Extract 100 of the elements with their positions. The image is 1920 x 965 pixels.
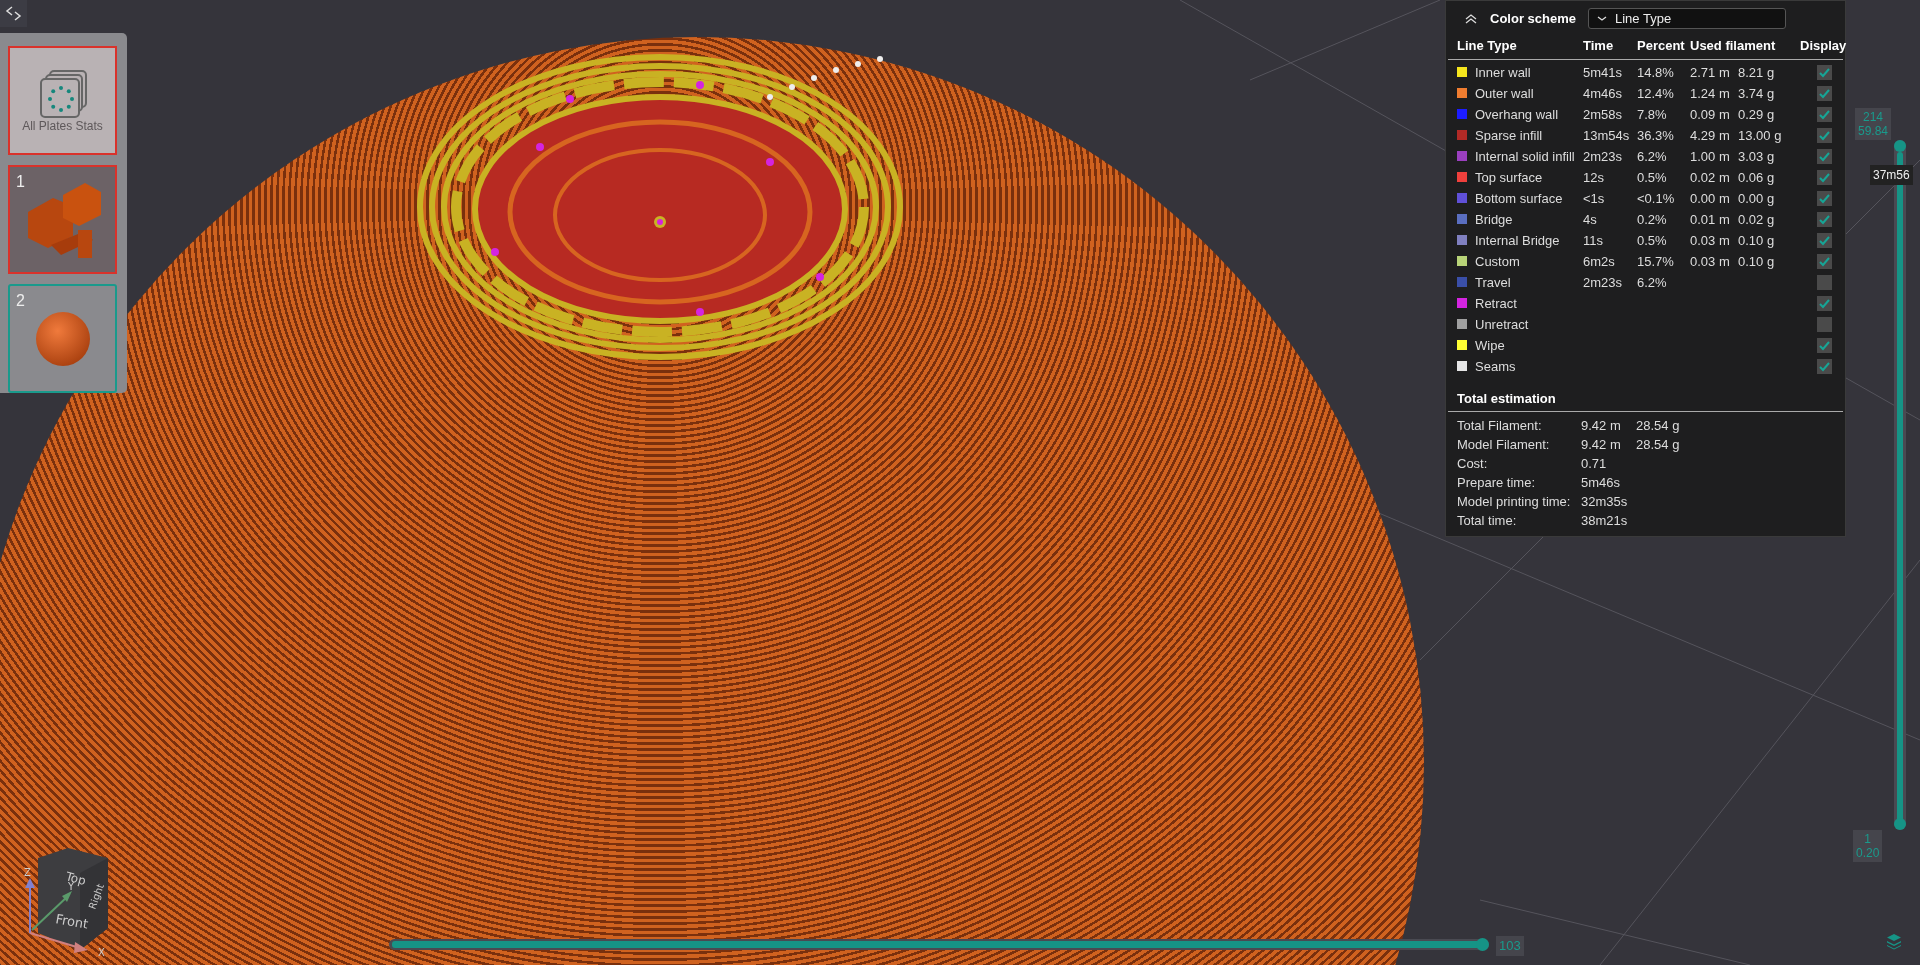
plate-thumbnail[interactable]: 1	[8, 165, 117, 274]
checkmark-icon	[1818, 192, 1831, 204]
display-checkbox[interactable]	[1817, 232, 1832, 248]
display-checkbox[interactable]	[1817, 64, 1832, 80]
table-cell-text: 2m23s	[1583, 147, 1624, 166]
line-type-label: Unretract	[1475, 315, 1529, 334]
stat-value: 0.71	[1581, 455, 1608, 473]
line-type-label: Internal Bridge	[1475, 231, 1560, 250]
display-checkbox[interactable]	[1817, 85, 1832, 101]
table-cell-text: 0.09 m	[1690, 105, 1731, 124]
line-type-label: Top surface	[1475, 168, 1543, 187]
plate-thumbnail[interactable]: All Plates Stats	[8, 46, 117, 155]
table-cell-text: 6m2s	[1583, 252, 1616, 271]
stat-value: 5m46s	[1581, 474, 1622, 492]
checkmark-icon	[1818, 171, 1831, 183]
table-cell-text: 0.02 m	[1690, 168, 1731, 187]
total-estimation-heading: Total estimation	[1456, 389, 1557, 408]
table-cell-text: 13m54s	[1583, 126, 1631, 145]
table-cell-text: 2.71 m	[1690, 63, 1731, 82]
chevrons-icon	[4, 4, 23, 23]
chevron-down-icon	[1597, 15, 1607, 22]
z-axis-arrow	[25, 878, 35, 934]
stat-label: Total time:	[1457, 512, 1518, 530]
display-checkbox[interactable]	[1817, 127, 1832, 143]
layers-icon[interactable]	[1886, 933, 1902, 950]
display-checkbox[interactable]	[1817, 106, 1832, 122]
display-checkbox[interactable]	[1817, 316, 1832, 332]
display-checkbox[interactable]	[1817, 295, 1832, 311]
display-checkbox[interactable]	[1817, 358, 1832, 374]
table-cell-text: 0.2%	[1637, 210, 1668, 229]
line-type-label: Custom	[1475, 252, 1520, 271]
display-checkbox[interactable]	[1817, 169, 1832, 185]
table-cell-text: 1.00 m	[1690, 147, 1731, 166]
plate-thumbnail[interactable]: 2	[8, 284, 117, 393]
table-cell-text: 0.10 g	[1738, 252, 1776, 271]
move-value-label: 103	[1496, 936, 1524, 956]
table-cell-text: 0.29 g	[1738, 105, 1776, 124]
table-cell-text: 0.5%	[1637, 231, 1668, 250]
table-cell-text: 12s	[1583, 168, 1605, 187]
collapse-sidebar-button[interactable]	[0, 0, 27, 27]
table-cell-text: 4.29 m	[1690, 126, 1731, 145]
stat-value: 9.42 m	[1581, 436, 1622, 454]
line-type-label: Sparse infill	[1475, 126, 1543, 145]
stat-value: 28.54 g	[1636, 436, 1681, 454]
table-cell-text: 6.2%	[1637, 147, 1668, 166]
table-cell-text: 14.8%	[1637, 63, 1675, 82]
stat-value: 28.54 g	[1636, 417, 1681, 435]
stat-value: 32m35s	[1581, 493, 1629, 511]
stat-value: 9.42 m	[1581, 417, 1622, 435]
line-type-label: Overhang wall	[1475, 105, 1559, 124]
table-cell-text: 2m23s	[1583, 273, 1624, 292]
table-cell-text: 15.7%	[1637, 252, 1675, 271]
stat-label: Prepare time:	[1457, 474, 1537, 492]
table-cell-text: 3.03 g	[1738, 147, 1776, 166]
color-scheme-dropdown[interactable]: Line Type	[1588, 8, 1786, 29]
table-cell-text: 0.01 m	[1690, 210, 1731, 229]
checkmark-icon	[1818, 87, 1831, 99]
line-type-label: Retract	[1475, 294, 1517, 313]
table-cell-text: <0.1%	[1637, 189, 1676, 208]
display-checkbox[interactable]	[1817, 253, 1832, 269]
display-checkbox[interactable]	[1817, 211, 1832, 227]
plates-stack-icon	[37, 68, 88, 119]
display-checkbox[interactable]	[1817, 148, 1832, 164]
collapse-up-icon	[1464, 12, 1478, 25]
checkmark-icon	[1818, 150, 1831, 162]
cube-face-label: Right	[86, 882, 106, 911]
stat-value: 38m21s	[1581, 512, 1629, 530]
axis-label: Z	[24, 867, 31, 878]
checkmark-icon	[1818, 255, 1831, 267]
bottom-layer-label: 1 0.20	[1853, 830, 1883, 862]
stat-label: Cost:	[1457, 455, 1489, 473]
display-checkbox[interactable]	[1817, 337, 1832, 353]
cube-face-label: Front	[54, 911, 90, 932]
table-cell-text: 0.02 g	[1738, 210, 1776, 229]
slider-handle[interactable]	[1894, 140, 1906, 152]
table-cell-text: 1.24 m	[1690, 84, 1731, 103]
table-cell-text: 5m41s	[1583, 63, 1624, 82]
stat-label: Model Filament:	[1457, 436, 1551, 454]
column-header: Used filament	[1690, 37, 1777, 55]
checkmark-icon	[1818, 213, 1831, 225]
top-layer-label: 214 59.84	[1855, 108, 1892, 140]
table-cell-text: <1s	[1583, 189, 1606, 208]
checkmark-icon	[1818, 234, 1831, 246]
table-cell-text: 0.10 g	[1738, 231, 1776, 250]
line-type-label: Internal solid infill	[1475, 147, 1575, 166]
display-checkbox[interactable]	[1817, 274, 1832, 290]
table-cell-text: 13.00 g	[1738, 126, 1783, 145]
table-cell-text: 4s	[1583, 210, 1598, 229]
checkmark-icon	[1818, 108, 1831, 120]
slider-handle[interactable]	[1476, 938, 1489, 951]
display-checkbox[interactable]	[1817, 190, 1832, 206]
slider-handle[interactable]	[1894, 818, 1906, 830]
stat-label: Model printing time:	[1457, 493, 1572, 511]
table-cell-text: 36.3%	[1637, 126, 1675, 145]
view-cube[interactable]	[38, 848, 108, 950]
time-tooltip: 37m56	[1870, 165, 1913, 185]
checkmark-icon	[1818, 360, 1831, 372]
line-type-label: Inner wall	[1475, 63, 1531, 82]
table-cell-text: 6.2%	[1637, 273, 1668, 292]
table-cell-text: 12.4%	[1637, 84, 1675, 103]
